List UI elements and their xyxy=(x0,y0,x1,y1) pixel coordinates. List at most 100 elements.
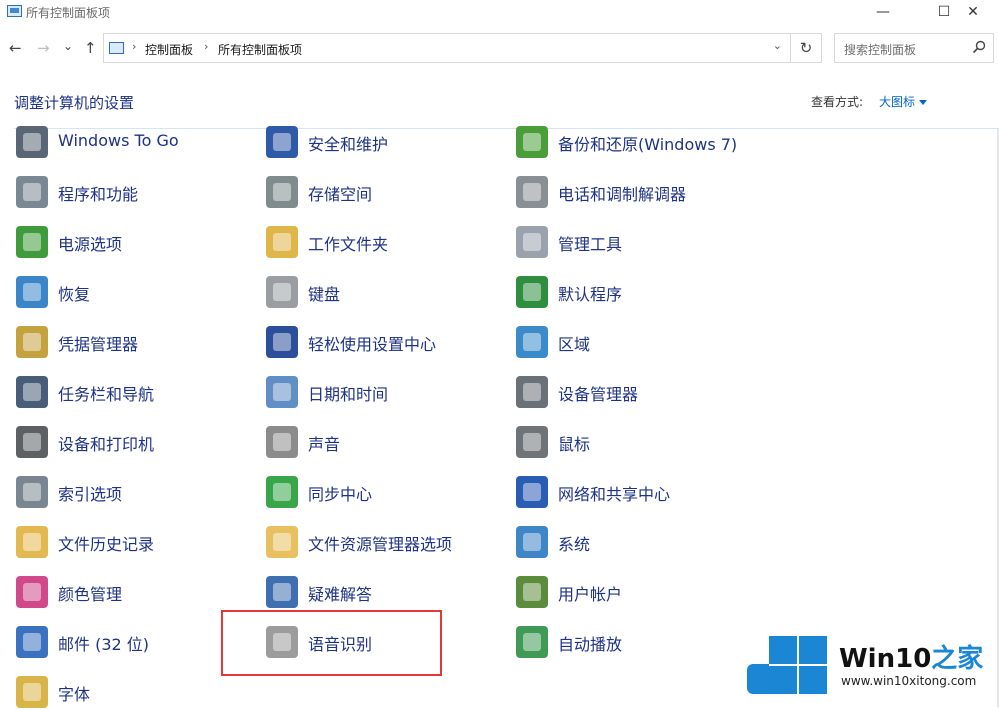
breadcrumb-all-items[interactable]: 所有控制面板项 xyxy=(218,41,302,58)
forward-button[interactable]: → xyxy=(37,39,50,57)
item-label: 安全和维护 xyxy=(308,135,389,154)
chevron-down-icon xyxy=(919,100,928,105)
sync-icon xyxy=(266,476,298,508)
control-panel-item[interactable]: 设备和打印机 xyxy=(16,424,256,460)
battery-icon xyxy=(16,226,48,258)
item-label: 设备和打印机 xyxy=(58,435,155,454)
item-label: 颜色管理 xyxy=(58,585,123,604)
item-label: 日期和时间 xyxy=(308,385,389,404)
up-button[interactable]: ↑ xyxy=(84,39,97,57)
control-panel-item[interactable]: Windows To Go xyxy=(16,124,256,160)
watermark-title: Win10之家 xyxy=(839,638,983,675)
mail-icon xyxy=(16,626,48,658)
minimize-button[interactable]: — xyxy=(860,0,906,26)
control-panel-item[interactable]: 键盘 xyxy=(266,274,506,310)
taskbar-icon xyxy=(16,376,48,408)
item-label: 声音 xyxy=(308,435,341,454)
control-panel-item[interactable]: 轻松使用设置中心 xyxy=(266,324,506,360)
address-bar[interactable]: › 控制面板 › 所有控制面板项 ⌄ xyxy=(103,33,791,63)
keyboard-icon xyxy=(266,276,298,308)
search-placeholder: 搜索控制面板 xyxy=(844,43,917,57)
globe-clock-icon xyxy=(516,326,548,358)
item-label: 网络和共享中心 xyxy=(558,485,671,504)
network-icon xyxy=(516,476,548,508)
flag-icon xyxy=(266,126,298,158)
breadcrumb-control-panel[interactable]: 控制面板 xyxy=(145,41,193,58)
item-label: 文件历史记录 xyxy=(58,535,155,554)
item-label: 区域 xyxy=(558,335,591,354)
speaker-icon xyxy=(266,426,298,458)
control-panel-item[interactable]: 日期和时间 xyxy=(266,374,506,410)
control-panel-item[interactable]: 工作文件夹 xyxy=(266,224,506,260)
phone-icon xyxy=(516,176,548,208)
title-bar: 所有控制面板项 — ☐ ✕ xyxy=(0,0,999,26)
user-accounts-icon xyxy=(516,576,548,608)
control-panel-item[interactable]: 默认程序 xyxy=(516,274,756,310)
control-panel-item[interactable]: 网络和共享中心 xyxy=(516,474,756,510)
bird-icon xyxy=(747,664,769,694)
view-by-dropdown[interactable]: 大图标 xyxy=(879,93,928,110)
control-panel-item[interactable]: 存储空间 xyxy=(266,174,506,210)
item-label: 设备管理器 xyxy=(558,385,639,404)
control-panel-item[interactable]: 自动播放 xyxy=(516,624,756,660)
item-label: 电源选项 xyxy=(58,235,123,254)
refresh-button[interactable]: ↻ xyxy=(791,33,822,63)
control-panel-item[interactable]: 鼠标 xyxy=(516,424,756,460)
programs-icon xyxy=(16,176,48,208)
close-button[interactable]: ✕ xyxy=(950,0,996,26)
backup-icon xyxy=(516,126,548,158)
work-folder-icon xyxy=(266,226,298,258)
chevron-down-icon[interactable]: ⌄ xyxy=(773,39,782,52)
recent-locations-button[interactable]: ⌄ xyxy=(63,39,73,53)
watermark: Win10之家 www.win10xitong.com xyxy=(747,636,993,696)
index-icon xyxy=(16,476,48,508)
item-label: 电话和调制解调器 xyxy=(558,185,687,204)
control-panel-item[interactable]: 电源选项 xyxy=(16,224,256,260)
control-panel-item[interactable]: 邮件 (32 位) xyxy=(16,624,256,660)
default-programs-icon xyxy=(516,276,548,308)
control-panel-item[interactable]: 文件历史记录 xyxy=(16,524,256,560)
control-panel-item[interactable]: 区域 xyxy=(516,324,756,360)
control-panel-item[interactable]: 任务栏和导航 xyxy=(16,374,256,410)
item-label: 任务栏和导航 xyxy=(58,385,155,404)
control-panel-item[interactable]: 系统 xyxy=(516,524,756,560)
control-panel-item[interactable]: 疑难解答 xyxy=(266,574,506,610)
search-input[interactable]: 搜索控制面板 xyxy=(834,33,994,63)
chevron-right-icon: › xyxy=(204,40,209,53)
control-panel-item[interactable]: 文件资源管理器选项 xyxy=(266,524,506,560)
item-label: 疑难解答 xyxy=(308,585,373,604)
chevron-right-icon: › xyxy=(132,40,137,53)
item-label: Windows To Go xyxy=(58,131,179,150)
control-panel-item[interactable]: 凭据管理器 xyxy=(16,324,256,360)
control-panel-item[interactable]: 电话和调制解调器 xyxy=(516,174,756,210)
view-by-value: 大图标 xyxy=(879,95,916,109)
control-panel-item[interactable]: 用户帐户 xyxy=(516,574,756,610)
control-panel-item[interactable]: 程序和功能 xyxy=(16,174,256,210)
item-label: 程序和功能 xyxy=(58,185,139,204)
file-history-icon xyxy=(16,526,48,558)
watermark-brand: Win10 xyxy=(839,644,932,674)
autoplay-icon xyxy=(516,626,548,658)
control-panel-item[interactable]: 备份和还原(Windows 7) xyxy=(516,124,756,160)
recovery-icon xyxy=(16,276,48,308)
navigation-bar: ← → ⌄ ↑ › 控制面板 › 所有控制面板项 ⌄ ↻ 搜索控制面板 xyxy=(0,30,999,66)
control-panel-item[interactable]: 恢复 xyxy=(16,274,256,310)
control-panel-item[interactable]: 声音 xyxy=(266,424,506,460)
control-panel-item[interactable]: 索引选项 xyxy=(16,474,256,510)
control-panel-item[interactable]: 字体 xyxy=(16,674,256,710)
back-button[interactable]: ← xyxy=(9,39,22,57)
windows-to-go-icon xyxy=(16,126,48,158)
item-label: 键盘 xyxy=(308,285,341,304)
font-icon xyxy=(16,676,48,708)
control-panel-item[interactable]: 颜色管理 xyxy=(16,574,256,610)
control-panel-icon xyxy=(109,42,124,54)
window-title: 所有控制面板项 xyxy=(26,6,111,20)
control-panel-item[interactable]: 安全和维护 xyxy=(266,124,506,160)
view-by-label: 查看方式: xyxy=(811,95,864,109)
control-panel-item[interactable]: 管理工具 xyxy=(516,224,756,260)
control-panel-item[interactable]: 设备管理器 xyxy=(516,374,756,410)
watermark-brand-suffix: 之家 xyxy=(931,644,984,674)
control-panel-item[interactable]: 同步中心 xyxy=(266,474,506,510)
watermark-url: www.win10xitong.com xyxy=(841,674,977,688)
printer-icon xyxy=(16,426,48,458)
